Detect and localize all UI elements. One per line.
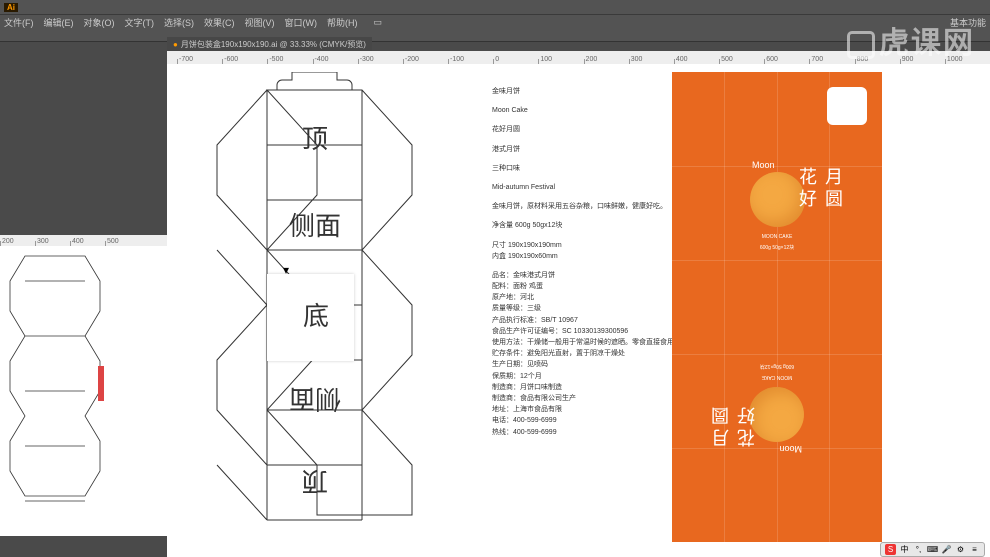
ime-menu-icon[interactable]: ≡ xyxy=(969,544,980,555)
ime-toolbar[interactable]: S 中 °, ⌨ 🎤 ⚙ ≡ xyxy=(880,542,985,557)
logo-box xyxy=(827,87,867,125)
artboard-main[interactable]: 顶 侧面 底 侧面 顶 金味月饼 Moon Cake 花好月圆 港式月饼 三种口… xyxy=(167,64,990,557)
ruler-secondary[interactable]: 200300400500 xyxy=(0,235,167,246)
ime-lang-icon[interactable]: 中 xyxy=(899,544,910,555)
document-tab[interactable]: ● 月饼包装盒190x190x190.ai @ 33.33% (CMYK/预览) xyxy=(167,37,372,51)
panel-label-bottom: 底 xyxy=(303,296,329,333)
workspace-label[interactable]: 基本功能 xyxy=(950,16,986,29)
ruler-horizontal[interactable]: -700-600-500-400-300-200-100010020030040… xyxy=(167,51,990,64)
ime-mic-icon[interactable]: 🎤 xyxy=(941,544,952,555)
app-icon: Ai xyxy=(4,3,18,12)
menu-bar: 文件(F) 编辑(E) 对象(O) 文字(T) 选择(S) 效果(C) 视图(V… xyxy=(0,14,990,30)
menu-type[interactable]: 文字(T) xyxy=(125,16,155,29)
product-text: 金味月饼 Moon Cake 花好月圆 港式月饼 三种口味 Mid-autumn… xyxy=(492,86,642,446)
menu-search-icon[interactable]: ▭ xyxy=(374,17,383,28)
ime-punct-icon[interactable]: °, xyxy=(913,544,924,555)
menu-help[interactable]: 帮助(H) xyxy=(327,16,358,29)
selection-indicator xyxy=(98,366,104,401)
menu-edit[interactable]: 编辑(E) xyxy=(44,16,74,29)
panel-label-side2: 侧面 xyxy=(289,382,341,419)
menu-object[interactable]: 对象(O) xyxy=(84,16,115,29)
ime-keyboard-icon[interactable]: ⌨ xyxy=(927,544,938,555)
menu-window[interactable]: 窗口(W) xyxy=(285,16,318,29)
back-art: Moon 花好 月圆 MOON CAKE 600g 50g×12块 xyxy=(732,352,822,442)
menu-effect[interactable]: 效果(C) xyxy=(204,16,235,29)
panel-label-top2: 顶 xyxy=(302,464,328,501)
menu-file[interactable]: 文件(F) xyxy=(4,16,34,29)
panel-label-side: 侧面 xyxy=(289,206,341,243)
menu-select[interactable]: 选择(S) xyxy=(164,16,194,29)
package-design: Moon 花好 月圆 MOON CAKE 600g 50g×12块 Moon 花… xyxy=(672,72,882,542)
menu-view[interactable]: 视图(V) xyxy=(245,16,275,29)
ime-settings-icon[interactable]: ⚙ xyxy=(955,544,966,555)
front-art: Moon 花好 月圆 MOON CAKE 600g 50g×12块 xyxy=(732,172,822,262)
ime-logo-icon[interactable]: S xyxy=(885,544,896,555)
panel-label-top: 顶 xyxy=(302,119,328,156)
options-bar xyxy=(0,30,990,42)
secondary-artboard[interactable] xyxy=(0,246,167,536)
